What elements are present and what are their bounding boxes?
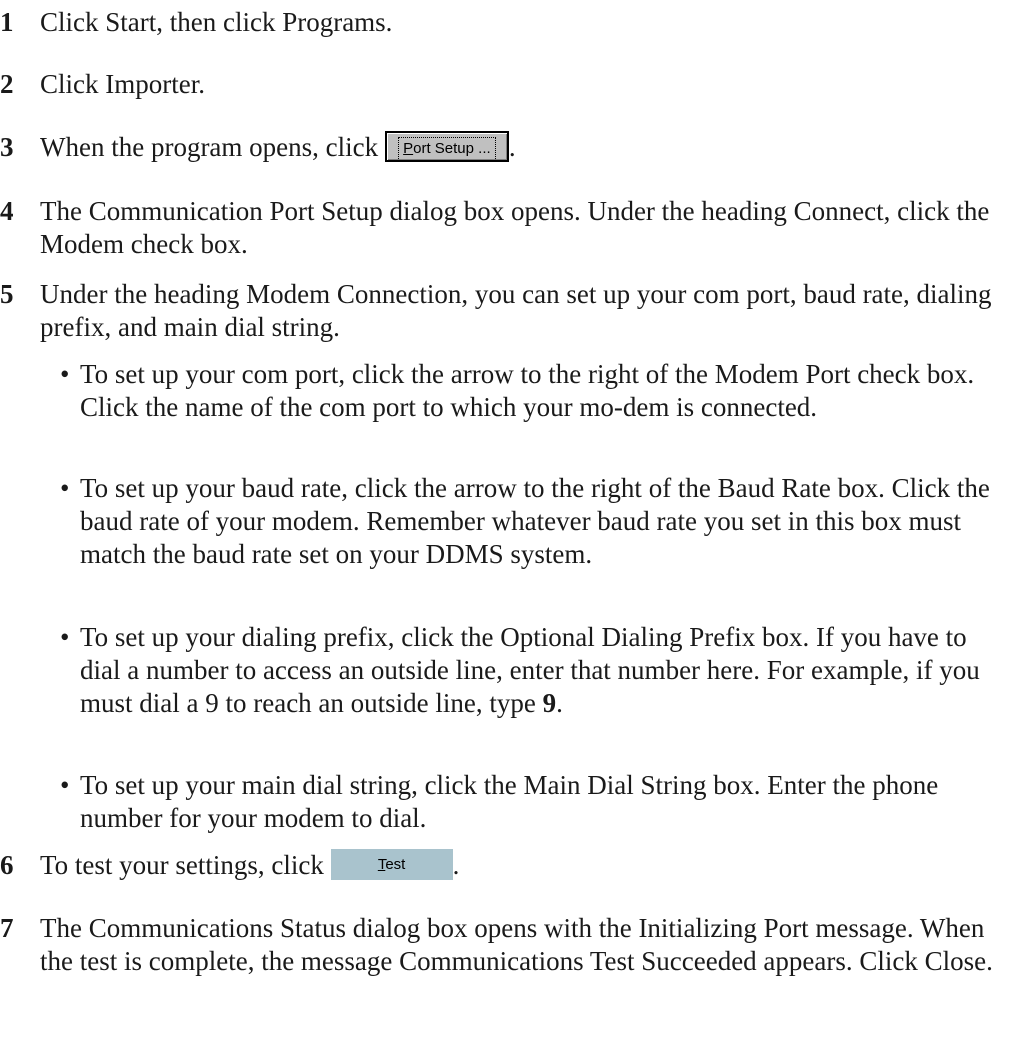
bullet-text: To set up your dialing prefix, click the… [80,621,1000,720]
step-text: The Communication Port Setup dialog box … [40,196,990,259]
step-text: Click Importer. [40,69,205,99]
instruction-page: 1 Click Start, then click Programs. 2 Cl… [0,0,1016,1038]
step-number: 1 [0,7,14,37]
step-number: 6 [0,850,14,880]
bullet-dot: • [60,473,70,503]
step-number: 2 [0,69,14,99]
port-setup-button[interactable]: Port Setup ... [384,131,509,163]
bullet-dot: • [60,359,70,389]
bullet-text-after: . [556,688,563,718]
step-number: 7 [0,913,14,943]
bullet-text: To set up your main dial string, click t… [80,770,939,833]
step-number: 4 [0,196,14,226]
port-setup-label: ort Setup ... [413,140,491,158]
bullet-dot: • [60,622,70,652]
port-setup-accelerator: P [403,140,414,158]
step-text: Under the heading Modem Connection, you … [40,279,992,342]
bullet-text-before: To set up your dialing prefix, click the… [80,622,980,718]
step-text: To test your settings, click Test. [40,849,1000,883]
bullet-text: To set up your baud rate, click the arro… [80,473,990,569]
test-label: est [385,856,406,874]
test-button[interactable]: Test [330,849,453,881]
step-number: 5 [0,279,14,309]
bullet-dot: • [60,770,70,800]
step-number: 3 [0,132,14,162]
step-text: When the program opens, click Port Setup… [40,131,1000,165]
step-text-after: . [452,850,460,880]
bullet-text: To set up your com port, click the arrow… [80,359,975,422]
step-text-before: To test your settings, click [40,850,324,880]
typed-value: 9 [542,688,557,718]
port-setup-focus-rect: Port Setup ... [398,137,496,162]
step-text-after: . [508,132,516,162]
step-text: The Communications Status dialog box ope… [40,913,993,976]
step-text: Click Start, then click Programs. [40,7,393,37]
step-text-before: When the program opens, click [40,132,379,162]
